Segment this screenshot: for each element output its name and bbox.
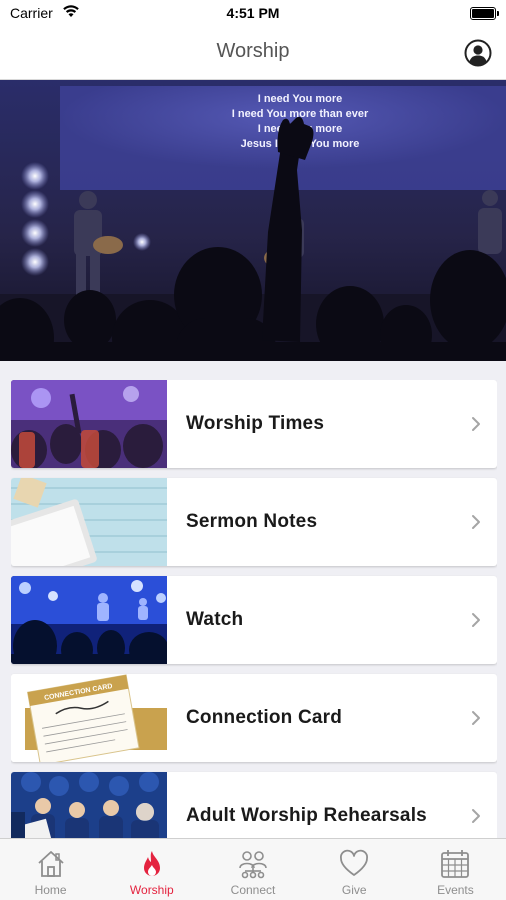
clock: 4:51 PM xyxy=(226,5,280,21)
connection-card-thumbnail: CONNECTION CARD xyxy=(11,674,167,762)
tab-home[interactable]: Home xyxy=(0,839,101,900)
tab-bar: Home Worship Connect Give Events xyxy=(0,838,506,900)
tab-worship[interactable]: Worship xyxy=(101,839,202,900)
home-icon xyxy=(34,847,68,881)
tab-give[interactable]: Give xyxy=(304,839,405,900)
menu-item-watch[interactable]: Watch xyxy=(11,576,497,664)
worship-times-thumbnail xyxy=(11,380,167,468)
menu-item-label: Connection Card xyxy=(186,707,343,728)
menu-item-connection-card[interactable]: CONNECTION CARD Connection Card xyxy=(11,674,497,762)
tab-events[interactable]: Events xyxy=(405,839,506,900)
menu-item-label: Watch xyxy=(186,609,244,630)
menu-item-worship-times[interactable]: Worship Times xyxy=(11,380,497,468)
hero-worship-image: I need You more I need You more than eve… xyxy=(0,80,506,361)
heart-icon xyxy=(337,847,371,881)
chevron-right-icon xyxy=(472,711,480,725)
chevron-right-icon xyxy=(472,417,480,431)
tab-label: Connect xyxy=(230,883,276,897)
status-bar: Carrier 4:51 PM xyxy=(0,0,506,26)
tab-label: Events xyxy=(437,883,474,897)
battery-icon xyxy=(470,7,499,20)
worship-menu-list: Worship Times Sermon Notes Watch CONNECT… xyxy=(11,380,497,838)
people-icon xyxy=(236,847,270,881)
menu-item-label: Sermon Notes xyxy=(186,511,318,532)
menu-item-sermon-notes[interactable]: Sermon Notes xyxy=(11,478,497,566)
tab-label: Worship xyxy=(129,883,174,897)
menu-item-label: Adult Worship Rehearsals xyxy=(186,805,427,826)
page-title: Worship xyxy=(216,40,290,62)
sermon-notes-thumbnail xyxy=(11,478,167,566)
watch-thumbnail xyxy=(11,576,167,664)
menu-item-label: Worship Times xyxy=(186,413,325,434)
adult-worship-rehearsals-thumbnail xyxy=(11,772,167,838)
flame-icon xyxy=(135,847,169,881)
navigation-bar: Worship xyxy=(0,26,506,80)
hero-lyric-line: I need You more xyxy=(258,93,343,105)
worship-screen: Carrier 4:51 PM Worship I need You more … xyxy=(0,0,506,900)
chevron-right-icon xyxy=(472,809,480,823)
chevron-right-icon xyxy=(472,515,480,529)
tab-label: Home xyxy=(34,883,67,897)
chevron-right-icon xyxy=(472,613,480,627)
menu-item-adult-worship-rehearsals[interactable]: Adult Worship Rehearsals xyxy=(11,772,497,838)
tab-label: Give xyxy=(341,883,367,897)
tab-connect[interactable]: Connect xyxy=(202,839,303,900)
calendar-icon xyxy=(438,847,472,881)
profile-icon[interactable] xyxy=(464,39,492,67)
